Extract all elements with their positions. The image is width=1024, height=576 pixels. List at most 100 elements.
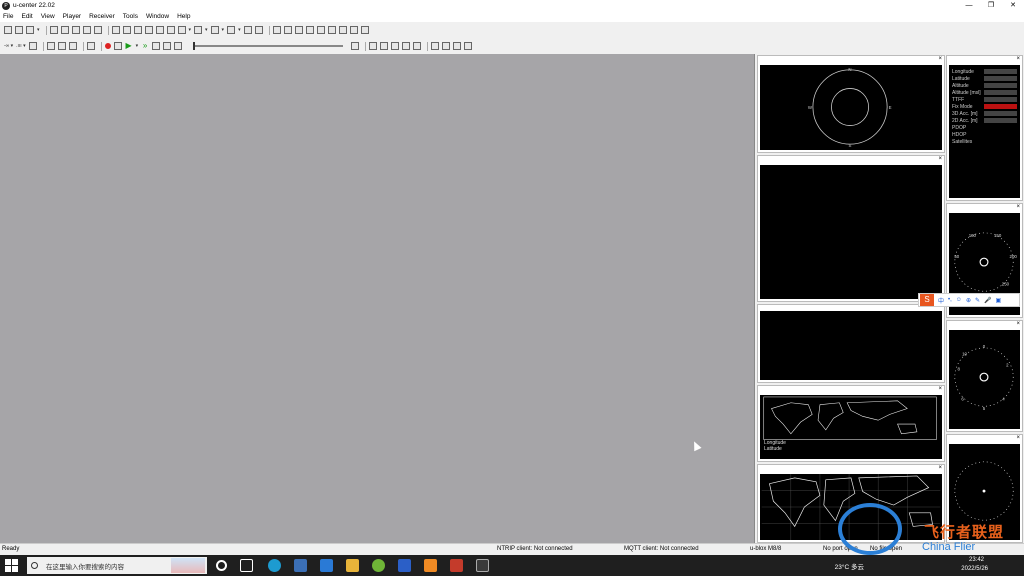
clock-date[interactable]: 2022/5/26 xyxy=(961,566,988,572)
edge-browser-icon[interactable] xyxy=(268,559,281,572)
docking-window-6-icon[interactable] xyxy=(327,26,336,34)
gear-1-icon[interactable] xyxy=(431,42,440,50)
ime-punctuation-icon[interactable]: •, xyxy=(948,297,952,303)
map-dropdown-icon[interactable]: ▾ xyxy=(238,27,241,33)
playback-slider-thumb[interactable] xyxy=(193,42,196,50)
eject-icon[interactable] xyxy=(86,42,95,50)
orange-app-icon[interactable] xyxy=(424,559,437,572)
messages-view-icon[interactable] xyxy=(144,26,153,34)
config-view-icon[interactable] xyxy=(155,26,164,34)
binary-console-icon[interactable] xyxy=(122,26,131,34)
docking-window-2-icon[interactable] xyxy=(283,26,292,34)
histogram-dropdown-icon[interactable]: ▾ xyxy=(222,27,225,33)
docking-window-1-icon[interactable] xyxy=(272,26,281,34)
docking-window-4-icon[interactable] xyxy=(305,26,314,34)
step-back-icon[interactable] xyxy=(152,42,161,50)
print-icon[interactable] xyxy=(49,26,58,34)
file-explorer-icon[interactable] xyxy=(346,559,359,572)
menu-view[interactable]: View xyxy=(41,13,55,20)
close-icon[interactable]: × xyxy=(1016,321,1020,327)
ime-voice-icon[interactable]: 🎤 xyxy=(984,297,991,304)
cut-icon[interactable] xyxy=(60,26,69,34)
step-forward-icon[interactable] xyxy=(163,42,172,50)
marker-1-icon[interactable] xyxy=(369,42,378,50)
taskbar-search-box[interactable]: 在这里输入你要搜索的内容 xyxy=(27,557,207,574)
copy-icon[interactable] xyxy=(71,26,80,34)
table-view-icon[interactable] xyxy=(177,26,186,34)
antenna-icon[interactable] xyxy=(57,42,66,50)
ime-emoji-icon[interactable]: ☺ xyxy=(956,297,962,303)
record-icon[interactable] xyxy=(104,43,111,49)
menu-window[interactable]: Window xyxy=(146,13,169,20)
menu-player[interactable]: Player xyxy=(63,13,81,20)
ime-chinese-mode[interactable]: 中 xyxy=(938,296,944,305)
open-folder-icon[interactable] xyxy=(26,26,34,34)
open-dropdown-icon[interactable]: ▾ xyxy=(37,27,40,33)
view-dropdown-icon[interactable]: ▾ xyxy=(189,27,192,33)
close-icon[interactable]: × xyxy=(1016,435,1020,441)
docking-window-9-icon[interactable] xyxy=(360,26,369,34)
ime-handwrite-icon[interactable]: ✎ xyxy=(975,297,980,304)
playback-slider[interactable] xyxy=(193,42,344,50)
chart-dropdown-icon[interactable]: ▾ xyxy=(205,27,208,33)
restore-button[interactable]: ❐ xyxy=(980,0,1002,11)
camera-view-icon[interactable] xyxy=(243,26,252,34)
mdi-workspace[interactable] xyxy=(0,54,755,543)
pause-icon[interactable] xyxy=(113,42,122,50)
menu-tools[interactable]: Tools xyxy=(123,13,138,20)
docking-window-7-icon[interactable] xyxy=(338,26,347,34)
mail-icon[interactable] xyxy=(320,559,333,572)
statistic-view-icon[interactable] xyxy=(166,26,175,34)
connect-icon[interactable] xyxy=(28,42,37,50)
menu-edit[interactable]: Edit xyxy=(21,13,32,20)
close-icon[interactable]: × xyxy=(1016,204,1020,210)
deviation-map-icon[interactable] xyxy=(254,26,263,34)
close-icon[interactable]: × xyxy=(938,465,942,471)
gear-3-icon[interactable] xyxy=(453,42,462,50)
green-app-icon[interactable] xyxy=(372,559,385,572)
save-icon[interactable] xyxy=(15,26,23,34)
map-view-icon[interactable] xyxy=(227,26,236,34)
cortana-icon[interactable] xyxy=(216,560,227,571)
docking-window-3-icon[interactable] xyxy=(294,26,303,34)
red-app-icon[interactable] xyxy=(450,559,463,572)
marker-5-icon[interactable] xyxy=(413,42,422,50)
marker-3-icon[interactable] xyxy=(391,42,400,50)
rewind-icon[interactable] xyxy=(351,42,360,50)
close-icon[interactable]: × xyxy=(938,386,942,392)
update-rate-dropdown[interactable]: .ııı ▾ xyxy=(16,43,25,49)
menu-file[interactable]: File xyxy=(3,13,13,20)
gear-2-icon[interactable] xyxy=(442,42,451,50)
minimize-button[interactable]: — xyxy=(958,0,980,11)
docking-window-8-icon[interactable] xyxy=(349,26,358,34)
packet-console-icon[interactable] xyxy=(111,26,120,34)
marker-2-icon[interactable] xyxy=(380,42,389,50)
menu-receiver[interactable]: Receiver xyxy=(89,13,115,20)
close-icon[interactable]: × xyxy=(1016,56,1020,62)
paste-icon[interactable] xyxy=(82,26,91,34)
autobauding-icon[interactable] xyxy=(46,42,55,50)
new-file-icon[interactable] xyxy=(4,26,12,34)
sogou-logo-icon[interactable]: S xyxy=(920,294,934,306)
ime-settings-icon[interactable]: ⊕ xyxy=(966,297,971,304)
menu-help[interactable]: Help xyxy=(177,13,190,20)
baud-rate-dropdown[interactable]: -∞ ▾ xyxy=(4,43,13,49)
blue-app-icon[interactable] xyxy=(398,559,411,572)
close-button[interactable]: ✕ xyxy=(1002,0,1024,11)
store-icon[interactable] xyxy=(294,559,307,572)
docking-window-5-icon[interactable] xyxy=(316,26,325,34)
fast-forward-icon[interactable]: » xyxy=(141,42,149,50)
gear-4-icon[interactable] xyxy=(464,42,473,50)
clock-time[interactable]: 23:42 xyxy=(969,557,984,563)
record-settings-icon[interactable] xyxy=(93,26,102,34)
task-view-icon[interactable] xyxy=(240,559,253,572)
signal-strength-icon[interactable] xyxy=(68,42,77,50)
close-icon[interactable]: × xyxy=(938,156,942,162)
histogram-view-icon[interactable] xyxy=(210,26,219,34)
play-icon[interactable]: ▶ xyxy=(125,42,133,50)
ime-toolbox-icon[interactable]: ▣ xyxy=(995,297,1001,304)
skip-end-icon[interactable] xyxy=(174,42,183,50)
text-console-icon[interactable] xyxy=(133,26,142,34)
windows-start-icon[interactable] xyxy=(5,559,18,572)
u-center-taskbar-icon[interactable] xyxy=(476,559,489,572)
